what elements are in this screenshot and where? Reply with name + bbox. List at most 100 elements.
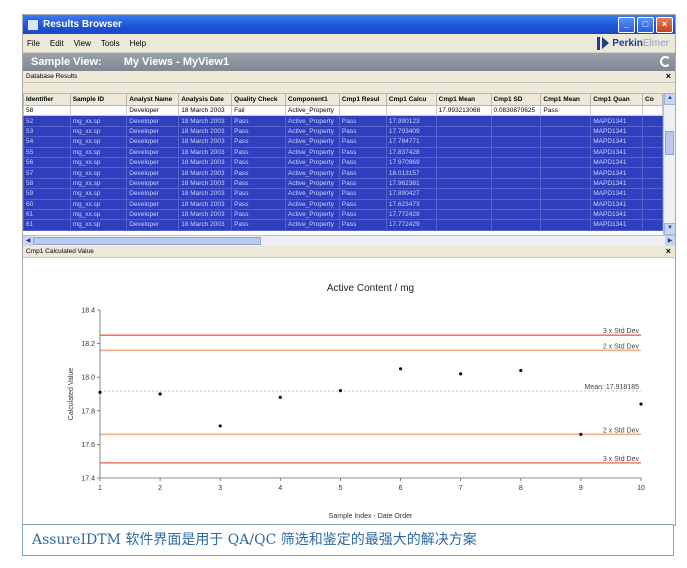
table-cell: Active_Property [284,177,340,190]
table-cell: Pass [338,208,387,221]
table-cell: Developer [126,177,180,190]
close-chart-pane-icon[interactable]: × [666,246,671,257]
results-grid[interactable]: Identifier Sample ID Analyst Name Analysis … [23,93,663,235]
column-header[interactable]: Cmp1 Resul [338,93,387,106]
table-cell: 17.993213068 [435,104,492,117]
table-row[interactable]: 61 mg_xx.sp Developer 18 March 2003 Pass Acti… [23,219,663,231]
vertical-scrollbar[interactable]: ▲ ▼ [663,93,675,235]
close-button[interactable]: × [656,16,673,33]
table-row[interactable]: 53 mg_xx.sp Developer 18 March 2003 Pass Acti… [23,125,663,138]
scroll-right-icon[interactable]: ▶ [665,236,675,246]
table-cell: 53 [23,125,71,138]
column-header[interactable]: Cmp1 Mean [435,93,492,106]
view-name[interactable]: My Views - MyView1 [124,56,229,68]
table-cell [490,167,542,179]
y-tick-label: 17.8 [81,408,95,415]
table-row[interactable]: 52 mg_xx.sp Developer 18 March 2003 Pass Acti… [23,115,663,127]
table-row[interactable]: 58 mg_xx.sp Developer 18 March 2003 Pass Acti… [23,177,663,190]
column-header[interactable]: Identifier [23,93,71,106]
menu-bar: File Edit View Tools Help Perkin Elmer [23,34,675,53]
y-tick-label: 18.2 [81,341,95,348]
table-cell: mg_xx.sp [69,156,128,169]
menu-tools[interactable]: Tools [101,39,120,48]
table-cell: Pass [338,219,387,231]
logo-chevron-icon [602,37,610,49]
table-row[interactable]: 58 Developer 18 March 2003 Fail Active_Prope… [23,104,663,117]
control-line-label: Mean: 17.918185 [585,384,640,391]
column-header[interactable]: Component1 [284,93,340,106]
logo-bar-icon [597,36,601,50]
menu-file[interactable]: File [27,39,40,48]
x-axis-label: Sample Index - Date Order [329,513,413,520]
column-header[interactable]: Cmp1 Quan [590,93,644,106]
column-header[interactable]: Analyst Name [126,93,180,106]
minimize-button[interactable]: _ [618,16,635,33]
table-cell: Active_Property [284,188,340,200]
title-bar[interactable]: Results Browser _ □ × [23,15,675,34]
scroll-left-icon[interactable]: ◀ [23,236,33,246]
table-cell: MAPD1341 [590,208,644,221]
table-cell: 18 March 2003 [178,188,233,200]
maximize-button[interactable]: □ [637,16,654,33]
table-cell: 17.890427 [385,188,437,200]
column-header[interactable]: Analysis Date [178,93,233,106]
table-row[interactable]: 61 mg_xx.sp Developer 18 March 2003 Pass Acti… [23,208,663,221]
table-cell: mg_xx.sp [69,125,128,138]
table-cell: 52 [23,115,71,127]
table-cell: Developer [126,208,180,221]
column-header[interactable]: Cmp1 Calcu [385,93,437,106]
vertical-scroll-thumb[interactable] [665,131,674,155]
control-chart: Active Content / mg Sample Index - Date O… [68,283,645,520]
close-results-pane-icon[interactable]: × [666,71,671,82]
table-cell [540,146,592,158]
table-cell: Pass [231,146,286,158]
table-cell [490,115,542,127]
table-cell: Pass [338,188,387,200]
table-cell: Active_Property [284,146,340,158]
y-tick-label: 18.4 [81,308,95,315]
table-cell [540,208,592,221]
refresh-icon[interactable] [660,56,671,67]
table-cell: MAPD1341 [590,156,644,169]
table-cell [490,156,542,169]
table-row[interactable]: 56 mg_xx.sp Developer 18 March 2003 Pass Acti… [23,156,663,169]
column-header[interactable]: Co [642,93,663,106]
table-cell [540,177,592,190]
results-browser-window: Results Browser _ □ × File Edit View Too… [22,14,676,526]
table-row[interactable]: 59 mg_xx.sp Developer 18 March 2003 Pass Acti… [23,188,663,200]
table-cell [435,115,492,127]
table-cell: Active_Property [284,156,340,169]
table-cell [642,219,663,231]
horizontal-scrollbar[interactable]: ◀ ▶ [23,235,675,246]
window-title: Results Browser [43,19,122,30]
table-cell: 17.772429 [385,219,437,231]
menu-view[interactable]: View [74,39,91,48]
table-cell [590,104,644,117]
menu-help[interactable]: Help [130,39,146,48]
horizontal-scroll-thumb[interactable] [33,237,261,245]
table-cell: 17.837428 [385,146,437,158]
table-cell [540,198,592,210]
menu-edit[interactable]: Edit [50,39,64,48]
table-row[interactable]: 60 mg_xx.sp Developer 18 March 2003 Pass Acti… [23,198,663,210]
table-row[interactable]: 54 mg_xx.sp Developer 18 March 2003 Pass Acti… [23,136,663,148]
table-cell: Active_Property [284,208,340,221]
table-cell: 0.0830870625 [490,104,542,117]
column-header[interactable]: Sample ID [69,93,128,106]
table-row[interactable]: 55 mg_xx.sp Developer 18 March 2003 Pass Acti… [23,146,663,158]
table-cell: Fail [231,104,286,117]
table-cell: Pass [231,167,286,179]
data-point [218,424,222,428]
column-header[interactable]: Quality Check [231,93,286,106]
table-cell [385,104,437,117]
table-cell [642,208,663,221]
view-bar: Sample View: My Views - MyView1 [23,53,675,71]
table-row[interactable]: 57 mg_xx.sp Developer 18 March 2003 Pass Acti… [23,167,663,179]
scroll-down-icon[interactable]: ▼ [664,223,675,235]
data-point [278,395,282,399]
table-cell [435,136,492,148]
column-header[interactable]: Cmp1 SD [490,93,542,106]
table-cell [642,198,663,210]
column-header[interactable]: Cmp1 Mean [540,93,592,106]
scroll-up-icon[interactable]: ▲ [664,93,675,105]
